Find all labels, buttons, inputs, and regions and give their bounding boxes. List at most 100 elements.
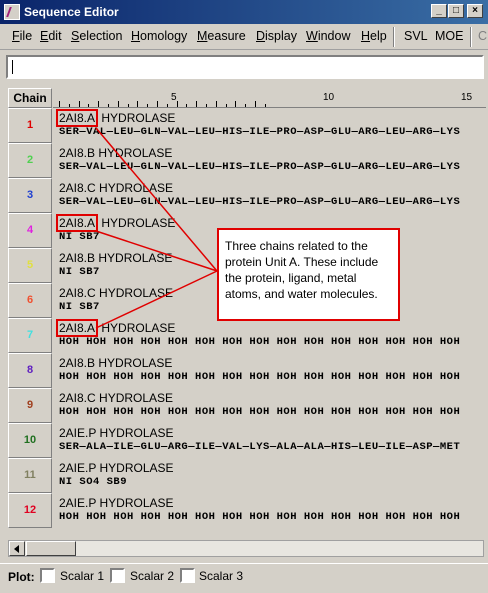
- sequence-row[interactable]: 2AIE.P HYDROLASE NI SO4 SB9: [53, 458, 486, 493]
- residue-sequence[interactable]: NI SB7: [59, 231, 100, 243]
- moe-button[interactable]: MOE: [435, 29, 463, 43]
- chain-title: 2AI8.B HYDROLASE: [59, 146, 172, 160]
- chain-name: HYDROLASE: [101, 321, 176, 335]
- minimize-button[interactable]: _: [431, 4, 447, 18]
- svl-button[interactable]: SVL: [404, 29, 428, 43]
- residue-sequence[interactable]: SER—ALA—ILE—GLU—ARG—ILE—VAL—LYS—ALA—ALA—…: [59, 441, 460, 453]
- chain-pdb-id: 2AIE.P: [59, 426, 97, 440]
- menu-edit[interactable]: Edit: [40, 29, 62, 43]
- residue-sequence[interactable]: HOH HOH HOH HOH HOH HOH HOH HOH HOH HOH …: [59, 336, 460, 348]
- scalar-2-label: Scalar 2: [130, 569, 175, 583]
- scalar-1-checkbox[interactable]: [40, 568, 55, 583]
- residue-sequence[interactable]: NI SB7: [59, 266, 100, 278]
- sequence-row[interactable]: 2AI8.C HYDROLASE HOH HOH HOH HOH HOH HOH …: [53, 388, 486, 423]
- horizontal-scrollbar[interactable]: [8, 540, 484, 557]
- chain-title: 2AIE.P HYDROLASE: [59, 461, 174, 475]
- chain-number-2[interactable]: 2: [8, 143, 52, 178]
- chain-pdb-id: 2AI8.C: [59, 286, 96, 300]
- title-bar: Sequence Editor _ □ ×: [0, 0, 488, 24]
- chain-pdb-id: 2AI8.B: [59, 356, 96, 370]
- chain-pdb-id: 2AI8.B: [59, 146, 96, 160]
- chain-number-3[interactable]: 3: [8, 178, 52, 213]
- menu-bar: File Edit Selection Homology Measure Dis…: [0, 24, 488, 50]
- menu-selection[interactable]: Selection: [71, 29, 122, 43]
- chain-name: HYDROLASE: [99, 181, 174, 195]
- chain-number-7[interactable]: 7: [8, 318, 52, 353]
- residue-sequence[interactable]: SER—VAL—LEU—GLN—VAL—LEU—HIS—ILE—PRO—ASP—…: [59, 126, 460, 138]
- ruler-tick: [68, 104, 70, 107]
- plot-bar: Plot: Scalar 1 Scalar 2 Scalar 3: [0, 563, 488, 589]
- chain-title: 2AI8.A HYDROLASE: [56, 319, 176, 337]
- chain-number-5[interactable]: 5: [8, 248, 52, 283]
- chain-number-12[interactable]: 12: [8, 493, 52, 528]
- ruler-tick: [127, 104, 129, 107]
- chain-title: 2AI8.C HYDROLASE: [59, 391, 173, 405]
- chain-pdb-id: 2AI8.A: [56, 109, 99, 127]
- extra-button[interactable]: C: [478, 29, 487, 43]
- sequence-row[interactable]: 2AIE.P HYDROLASE HOH HOH HOH HOH HOH HOH …: [53, 493, 486, 528]
- chain-number-9[interactable]: 9: [8, 388, 52, 423]
- sequence-area[interactable]: 2AI8.A HYDROLASE SER—VAL—LEU—GLN—VAL—LEU—…: [53, 108, 486, 538]
- chain-pdb-id: 2AI8.B: [59, 251, 96, 265]
- chain-title: 2AI8.C HYDROLASE: [59, 181, 173, 195]
- chain-number-4[interactable]: 4: [8, 213, 52, 248]
- sequence-row[interactable]: 2AI8.B HYDROLASE SER—VAL—LEU—GLN—VAL—LEU—…: [53, 143, 486, 178]
- chain-name: HYDROLASE: [101, 111, 176, 125]
- residue-sequence[interactable]: NI SO4 SB9: [59, 476, 127, 488]
- menu-measure[interactable]: Measure: [197, 29, 246, 43]
- ruler-tick: [255, 101, 256, 107]
- chain-name: HYDROLASE: [98, 251, 173, 265]
- window-title: Sequence Editor: [24, 5, 119, 19]
- chain-number-11[interactable]: 11: [8, 458, 52, 493]
- chain-name: HYDROLASE: [101, 216, 176, 230]
- chain-name: HYDROLASE: [99, 496, 174, 510]
- menu-display[interactable]: Display: [256, 29, 297, 43]
- menu-window[interactable]: Window: [306, 29, 350, 43]
- chain-name: HYDROLASE: [99, 461, 174, 475]
- menu-help[interactable]: Help: [361, 29, 387, 43]
- chain-number-6[interactable]: 6: [8, 283, 52, 318]
- sequence-row[interactable]: 2AIE.P HYDROLASE SER—ALA—ILE—GLU—ARG—ILE—…: [53, 423, 486, 458]
- ruler-tick: [186, 104, 188, 107]
- scroll-thumb[interactable]: [26, 541, 76, 556]
- scalar-3-checkbox[interactable]: [180, 568, 195, 583]
- ruler-tick: [245, 104, 247, 107]
- residue-sequence[interactable]: SER—VAL—LEU—GLN—VAL—LEU—HIS—ILE—PRO—ASP—…: [59, 161, 460, 173]
- app-icon: [4, 4, 20, 20]
- ruler-tick: [196, 101, 198, 107]
- residue-sequence[interactable]: HOH HOH HOH HOH HOH HOH HOH HOH HOH HOH …: [59, 406, 460, 418]
- residue-sequence[interactable]: SER—VAL—LEU—GLN—VAL—LEU—HIS—ILE—PRO—ASP—…: [59, 196, 460, 208]
- sequence-row[interactable]: 2AI8.A HYDROLASE HOH HOH HOH HOH HOH HOH …: [53, 318, 486, 353]
- scroll-left-button[interactable]: [9, 541, 25, 556]
- sequence-row[interactable]: 2AI8.C HYDROLASE SER—VAL—LEU—GLN—VAL—LEU—…: [53, 178, 486, 213]
- scalar-1-label: Scalar 1: [60, 569, 105, 583]
- chain-title: 2AI8.B HYDROLASE: [59, 251, 172, 265]
- close-button[interactable]: ×: [467, 4, 483, 18]
- menu-separator: [470, 27, 472, 47]
- text-caret: [12, 60, 13, 74]
- chain-number-10[interactable]: 10: [8, 423, 52, 458]
- sequence-row[interactable]: 2AI8.A HYDROLASE SER—VAL—LEU—GLN—VAL—LEU—…: [53, 108, 486, 143]
- ruler-label: 10: [323, 92, 335, 103]
- residue-sequence[interactable]: HOH HOH HOH HOH HOH HOH HOH HOH HOH HOH …: [59, 371, 460, 383]
- ruler-tick: [264, 104, 266, 107]
- menu-homology[interactable]: Homology: [131, 29, 187, 43]
- chain-number-1[interactable]: 1: [8, 108, 52, 143]
- chain-pdb-id: 2AI8.A: [56, 214, 99, 232]
- chain-name: HYDROLASE: [99, 426, 174, 440]
- chain-number-8[interactable]: 8: [8, 353, 52, 388]
- menu-file[interactable]: File: [12, 29, 32, 43]
- ruler-tick: [98, 101, 100, 107]
- chain-column-header[interactable]: Chain: [8, 88, 52, 108]
- maximize-button[interactable]: □: [448, 4, 464, 18]
- chain-title: 2AI8.C HYDROLASE: [59, 286, 173, 300]
- chain-pdb-id: 2AI8.A: [56, 319, 99, 337]
- chain-name: HYDROLASE: [99, 391, 174, 405]
- command-input[interactable]: [6, 55, 484, 79]
- residue-sequence[interactable]: NI SB7: [59, 301, 100, 313]
- scalar-2-checkbox[interactable]: [110, 568, 125, 583]
- ruler-label: 15: [461, 92, 473, 103]
- residue-sequence[interactable]: HOH HOH HOH HOH HOH HOH HOH HOH HOH HOH …: [59, 511, 460, 523]
- chain-name: HYDROLASE: [99, 286, 174, 300]
- sequence-row[interactable]: 2AI8.B HYDROLASE HOH HOH HOH HOH HOH HOH …: [53, 353, 486, 388]
